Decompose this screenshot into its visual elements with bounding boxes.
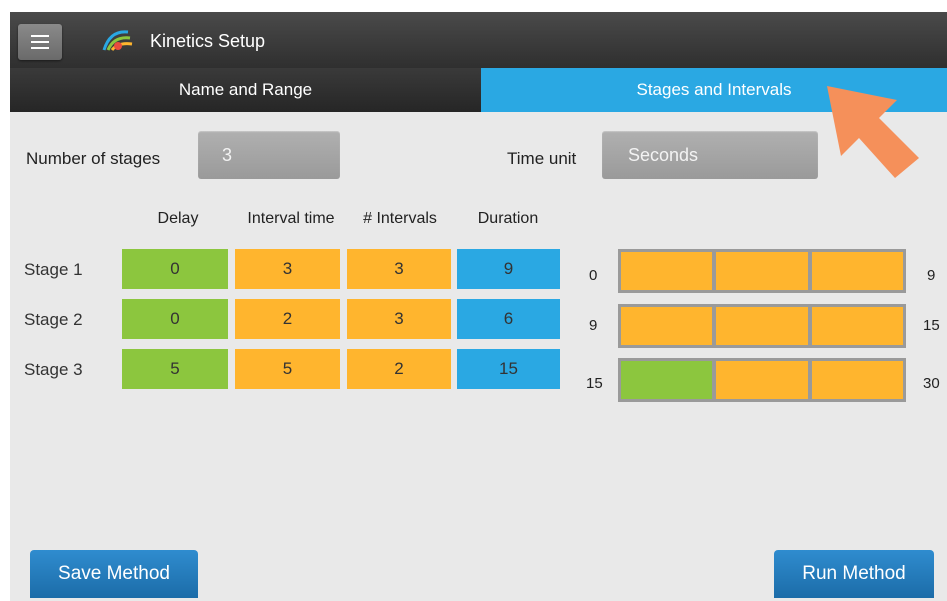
timeline-segment: [716, 252, 808, 290]
timeline-segment: [811, 307, 903, 345]
number-of-stages-input[interactable]: 3: [198, 131, 340, 179]
timeline-bar-stage-3: [618, 358, 906, 402]
stage-3-interval-time-cell[interactable]: 5: [235, 349, 340, 389]
time-unit-label: Time unit: [507, 149, 577, 168]
timeline-end-label: 15: [923, 317, 940, 334]
stage-label: Stage 3: [24, 360, 83, 379]
stage-1-duration-cell: 9: [457, 249, 560, 289]
stage-2-delay-cell[interactable]: 0: [122, 299, 228, 339]
stage-3-delay-cell[interactable]: 5: [122, 349, 228, 389]
timeline-end-label: 9: [927, 267, 936, 284]
timeline-segment: [716, 307, 808, 345]
column-header-intervals: # Intervals: [363, 210, 437, 227]
kinetics-setup-screen: Kinetics Setup Name and Range Stages and…: [10, 12, 947, 601]
stage-3-intervals-cell[interactable]: 2: [347, 349, 451, 389]
kinetics-logo-icon: [102, 30, 133, 51]
timeline-segment: [716, 361, 808, 399]
timeline-end-label: 30: [923, 375, 940, 392]
tab-bar: Name and Range Stages and Intervals: [10, 68, 947, 112]
timeline-segment: [621, 252, 713, 290]
tab-name-and-range[interactable]: Name and Range: [10, 68, 481, 112]
timeline-start-label: 15: [586, 375, 603, 392]
hamburger-icon[interactable]: [18, 24, 62, 60]
number-of-stages-label: Number of stages: [26, 149, 161, 168]
timeline-segment: [811, 252, 903, 290]
timeline-bar-stage-2: [618, 304, 906, 348]
pointer-arrow-icon: [827, 86, 919, 178]
stage-1-intervals-cell[interactable]: 3: [347, 249, 451, 289]
stage-2-intervals-cell[interactable]: 3: [347, 299, 451, 339]
timeline-segment: [621, 307, 713, 345]
time-unit-select[interactable]: Seconds: [602, 131, 818, 179]
stage-1-delay-cell[interactable]: 0: [122, 249, 228, 289]
stage-3-duration-cell: 15: [457, 349, 560, 389]
app-title: Kinetics Setup: [150, 31, 266, 51]
column-header-interval-time: Interval time: [247, 210, 335, 227]
stage-label: Stage 1: [24, 260, 83, 279]
stage-1-interval-time-cell[interactable]: 3: [235, 249, 340, 289]
stage-2-duration-cell: 6: [457, 299, 560, 339]
timeline-start-label: 9: [589, 317, 598, 334]
title-bar: Kinetics Setup: [10, 12, 947, 68]
column-header-duration: Duration: [477, 210, 539, 227]
column-header-delay: Delay: [157, 210, 199, 227]
stage-label: Stage 2: [24, 310, 83, 329]
save-method-button[interactable]: Save Method: [30, 550, 198, 598]
timeline-segment: [811, 361, 903, 399]
run-method-button[interactable]: Run Method: [774, 550, 934, 598]
stage-2-interval-time-cell[interactable]: 2: [235, 299, 340, 339]
timeline-start-label: 0: [589, 267, 598, 284]
timeline-segment: [621, 361, 713, 399]
timeline-bar-stage-1: [618, 249, 906, 293]
